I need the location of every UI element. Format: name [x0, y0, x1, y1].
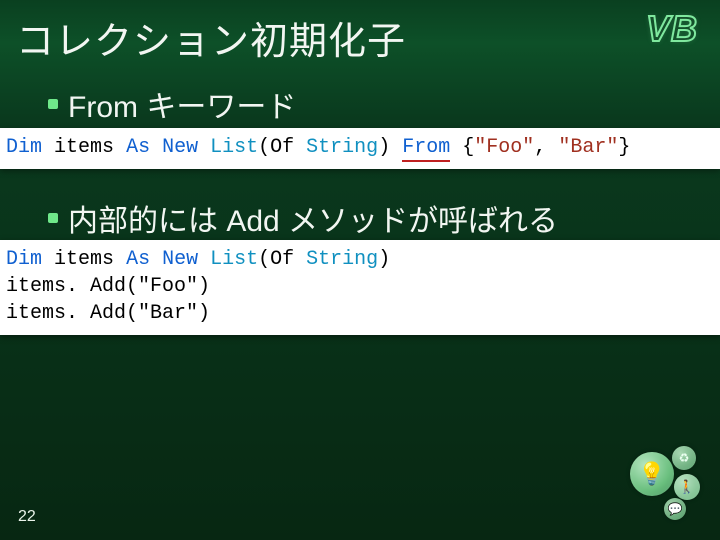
bullet-text: 内部的には Add メソッドが呼ばれる: [68, 196, 558, 240]
code-type-list: List: [210, 136, 258, 159]
code-of-open: (Of: [258, 248, 294, 271]
code-kw-as: As: [126, 248, 150, 271]
code-id-items2: items: [54, 136, 114, 159]
code-brace-close: }: [618, 136, 630, 159]
bullet-add-method: 内部的には Add メソッドが呼ばれる: [48, 196, 558, 240]
bullet-icon: [48, 213, 58, 223]
code-box-1: Dim items As New List(Of String) From {"…: [0, 128, 720, 169]
code-str-foo: "Foo": [474, 136, 534, 159]
code-str-bar: "Bar": [558, 136, 618, 159]
code-line-1: Dim items As New List(Of String): [6, 246, 714, 273]
bullet-from-keyword: From キーワード: [48, 82, 296, 126]
code-kw-new: New: [162, 248, 198, 271]
code-type-string: String: [306, 248, 378, 271]
code-id-items: items: [54, 248, 114, 271]
code-comma: ,: [534, 136, 546, 159]
code-close-paren: ): [378, 136, 390, 159]
code-box-2: Dim items As New List(Of String) items. …: [0, 240, 720, 335]
code-of-open: (Of: [258, 136, 294, 159]
vb-badge: VB: [646, 8, 698, 50]
code-kw-from: From: [402, 136, 450, 162]
code-kw-new: New: [162, 136, 198, 159]
recycle-icon: ♻: [672, 446, 696, 470]
code-type-list: List: [210, 248, 258, 271]
bullet-icon: [48, 99, 58, 109]
chat-icon: 💬: [664, 498, 686, 520]
code-brace-open: {: [462, 136, 474, 159]
bulb-icon: 💡: [630, 452, 674, 496]
code-line-3: items. Add("Bar"): [6, 300, 714, 327]
bullet-text: From キーワード: [68, 82, 296, 126]
code-kw-dim: Dim: [6, 136, 42, 159]
corner-decoration: 💡 ♻ 🚶 💬: [590, 440, 710, 530]
slide-title: コレクション初期化子: [16, 10, 406, 65]
code-kw-as: As: [126, 136, 150, 159]
code-close-paren: ): [378, 248, 390, 271]
code-type-string: String: [306, 136, 378, 159]
walk-icon: 🚶: [674, 474, 700, 500]
code-kw-dim: Dim: [6, 248, 42, 271]
slide: コレクション初期化子 VB From キーワード Dim items As Ne…: [0, 0, 720, 540]
code-line-2: items. Add("Foo"): [6, 273, 714, 300]
page-number: 22: [18, 508, 36, 526]
